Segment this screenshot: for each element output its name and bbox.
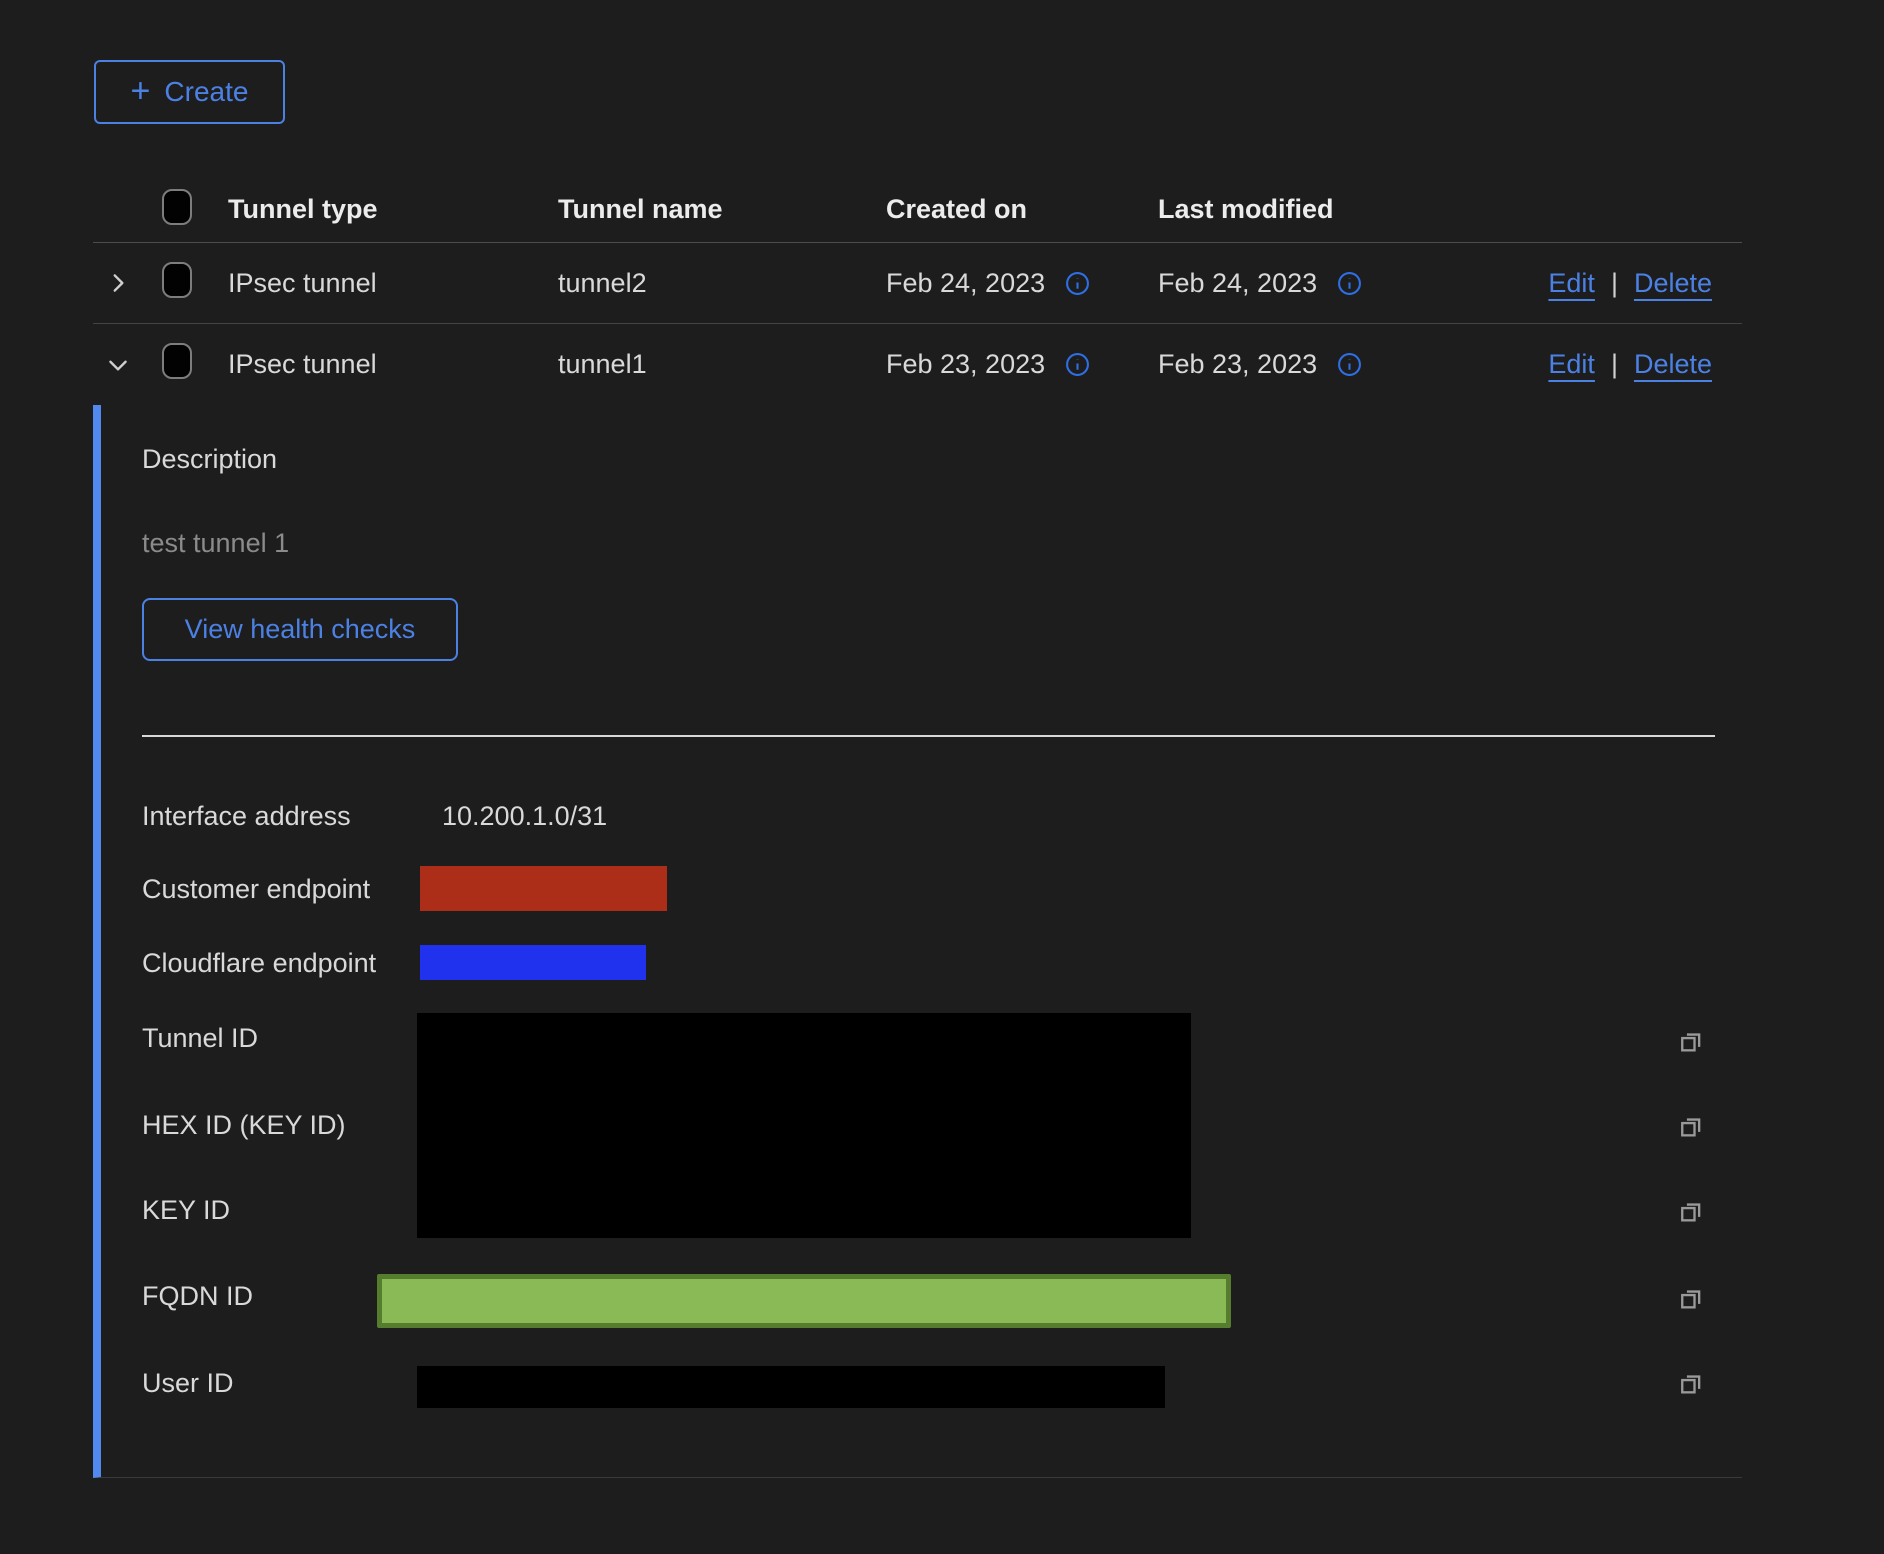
tunnel-details-panel: Description test tunnel 1 View health ch… (93, 405, 1742, 1478)
info-icon[interactable] (1065, 271, 1090, 296)
copy-tunnel-id-button[interactable] (1677, 1027, 1705, 1055)
field-label-cloudflare-endpoint: Cloudflare endpoint (142, 946, 376, 980)
copy-user-id-button[interactable] (1677, 1369, 1705, 1397)
actions-separator: | (1611, 349, 1618, 380)
copy-hex-id-button[interactable] (1677, 1112, 1705, 1140)
column-header-last-modified: Last modified (1158, 194, 1742, 225)
copy-icon (1677, 1284, 1705, 1312)
field-label-customer-endpoint: Customer endpoint (142, 872, 370, 906)
create-button[interactable]: + Create (94, 60, 285, 124)
delete-link[interactable]: Delete (1634, 349, 1712, 380)
column-header-created-on: Created on (886, 194, 1158, 225)
collapse-row-button[interactable] (105, 352, 131, 378)
info-icon[interactable] (1337, 352, 1362, 377)
field-label-hex-id: HEX ID (KEY ID) (142, 1108, 346, 1142)
field-label-interface-address: Interface address (142, 799, 351, 833)
copy-icon (1677, 1197, 1705, 1225)
field-label-fqdn-id: FQDN ID (142, 1279, 253, 1313)
field-label-tunnel-id: Tunnel ID (142, 1021, 258, 1055)
delete-link[interactable]: Delete (1634, 268, 1712, 299)
expand-row-button[interactable] (105, 270, 131, 296)
column-header-tunnel-name: Tunnel name (558, 194, 886, 225)
column-header-tunnel-type: Tunnel type (228, 194, 558, 225)
tunnel-name-cell: tunnel1 (558, 349, 886, 380)
panel-divider (142, 735, 1715, 737)
copy-icon (1677, 1027, 1705, 1055)
created-on-cell: Feb 23, 2023 (886, 349, 1045, 380)
select-row-checkbox[interactable] (162, 343, 192, 379)
copy-key-id-button[interactable] (1677, 1197, 1705, 1225)
tunnels-table: Tunnel type Tunnel name Created on Last … (93, 176, 1742, 1478)
last-modified-cell: Feb 24, 2023 (1158, 268, 1317, 299)
view-health-checks-button[interactable]: View health checks (142, 598, 458, 661)
edit-link[interactable]: Edit (1548, 268, 1595, 299)
cloudflare-endpoint-redacted-value (420, 945, 646, 980)
table-header-row: Tunnel type Tunnel name Created on Last … (93, 176, 1742, 243)
table-row: IPsec tunnel tunnel1 Feb 23, 2023 Feb 23… (93, 324, 1742, 405)
chevron-down-icon (105, 352, 131, 378)
tunnel-type-cell: IPsec tunnel (228, 349, 558, 380)
field-label-key-id: KEY ID (142, 1193, 230, 1227)
select-row-checkbox[interactable] (162, 262, 192, 298)
copy-icon (1677, 1112, 1705, 1140)
tunnel-type-cell: IPsec tunnel (228, 268, 558, 299)
copy-icon (1677, 1369, 1705, 1397)
info-icon[interactable] (1065, 352, 1090, 377)
last-modified-cell: Feb 23, 2023 (1158, 349, 1317, 380)
chevron-right-icon (105, 270, 131, 296)
created-on-cell: Feb 24, 2023 (886, 268, 1045, 299)
edit-link[interactable]: Edit (1548, 349, 1595, 380)
description-label: Description (142, 442, 277, 476)
table-row: IPsec tunnel tunnel2 Feb 24, 2023 Feb 24… (93, 243, 1742, 324)
fqdn-id-redacted-value (377, 1274, 1231, 1328)
plus-icon: + (131, 74, 151, 108)
actions-separator: | (1611, 268, 1618, 299)
select-all-checkbox[interactable] (162, 189, 192, 225)
tunnel-name-cell: tunnel2 (558, 268, 886, 299)
copy-fqdn-id-button[interactable] (1677, 1284, 1705, 1312)
tunnels-page: { "toolbar": { "create_button": "Create"… (0, 0, 1884, 1554)
create-button-label: Create (164, 76, 248, 108)
ids-redacted-values (417, 1013, 1191, 1238)
field-label-user-id: User ID (142, 1366, 234, 1400)
description-value: test tunnel 1 (142, 526, 289, 560)
customer-endpoint-redacted-value (420, 866, 667, 911)
user-id-redacted-value (417, 1366, 1165, 1408)
interface-address-value: 10.200.1.0/31 (442, 799, 607, 833)
info-icon[interactable] (1337, 271, 1362, 296)
